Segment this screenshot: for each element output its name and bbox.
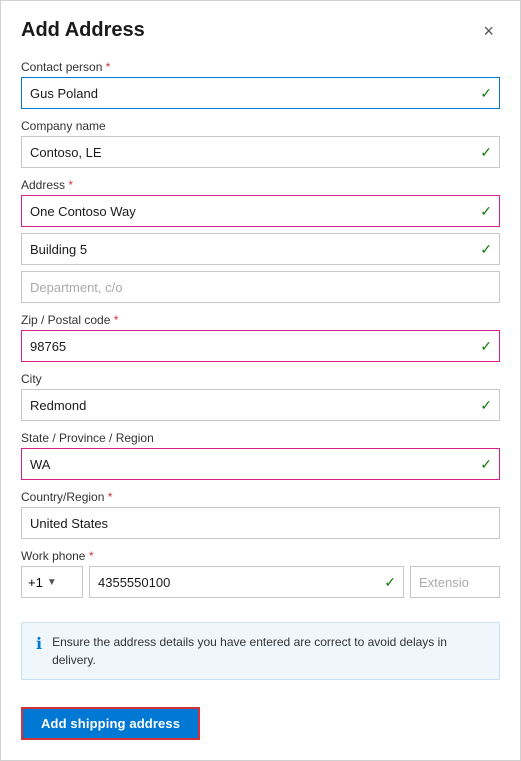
address-label: Address * <box>21 178 500 192</box>
work-phone-field: Work phone * +1 ▼ ✓ <box>21 549 500 598</box>
contact-person-label: Contact person * <box>21 60 500 74</box>
phone-extension-input[interactable] <box>410 566 500 598</box>
phone-number-wrapper: ✓ <box>89 566 404 598</box>
zip-label: Zip / Postal code * <box>21 313 500 327</box>
address-line1-wrapper: ✓ <box>21 195 500 227</box>
dialog-header: Add Address × <box>1 1 520 52</box>
phone-prefix-dropdown[interactable]: +1 ▼ <box>21 566 83 598</box>
work-phone-row: +1 ▼ ✓ <box>21 566 500 598</box>
contact-person-input-wrapper: ✓ <box>21 77 500 109</box>
address-line2-input[interactable] <box>21 233 500 265</box>
phone-extension-wrapper <box>410 566 500 598</box>
state-input-wrapper: ✓ <box>21 448 500 480</box>
add-address-dialog: Add Address × Contact person * ✓ Company… <box>0 0 521 761</box>
address-line1-input[interactable] <box>21 195 500 227</box>
info-box: ℹ Ensure the address details you have en… <box>21 622 500 680</box>
country-input-wrapper <box>21 507 500 539</box>
chevron-down-icon: ▼ <box>47 577 57 588</box>
city-field: City ✓ <box>21 372 500 421</box>
company-name-input[interactable] <box>21 136 500 168</box>
state-field: State / Province / Region ✓ <box>21 431 500 480</box>
phone-prefix-value: +1 <box>28 575 43 590</box>
company-name-field: Company name ✓ <box>21 119 500 168</box>
address-fields-container: ✓ ✓ <box>21 195 500 303</box>
city-label: City <box>21 372 500 386</box>
city-input[interactable] <box>21 389 500 421</box>
country-field: Country/Region * <box>21 490 500 539</box>
zip-input[interactable] <box>21 330 500 362</box>
country-input[interactable] <box>21 507 500 539</box>
company-name-input-wrapper: ✓ <box>21 136 500 168</box>
info-icon: ℹ <box>36 634 42 654</box>
dialog-body: Contact person * ✓ Company name ✓ Addres… <box>1 52 520 699</box>
zip-input-wrapper: ✓ <box>21 330 500 362</box>
work-phone-required-marker: * <box>89 549 94 563</box>
address-required-marker: * <box>68 178 73 192</box>
info-message: Ensure the address details you have ente… <box>52 633 485 669</box>
contact-person-input[interactable] <box>21 77 500 109</box>
state-input[interactable] <box>21 448 500 480</box>
address-line3-wrapper <box>21 271 500 303</box>
address-line2-wrapper: ✓ <box>21 233 500 265</box>
country-label: Country/Region * <box>21 490 500 504</box>
dialog-footer: Add shipping address <box>1 699 520 760</box>
required-marker: * <box>106 60 111 74</box>
work-phone-label: Work phone * <box>21 549 500 563</box>
contact-person-field: Contact person * ✓ <box>21 60 500 109</box>
add-shipping-button[interactable]: Add shipping address <box>21 707 200 740</box>
zip-field: Zip / Postal code * ✓ <box>21 313 500 362</box>
close-button[interactable]: × <box>477 20 500 42</box>
phone-number-input[interactable] <box>89 566 404 598</box>
dialog-title: Add Address <box>21 19 145 42</box>
company-name-label: Company name <box>21 119 500 133</box>
address-field-group: Address * ✓ ✓ <box>21 178 500 303</box>
address-line3-input[interactable] <box>21 271 500 303</box>
country-required-marker: * <box>108 490 113 504</box>
city-input-wrapper: ✓ <box>21 389 500 421</box>
state-label: State / Province / Region <box>21 431 500 445</box>
zip-required-marker: * <box>114 313 119 327</box>
